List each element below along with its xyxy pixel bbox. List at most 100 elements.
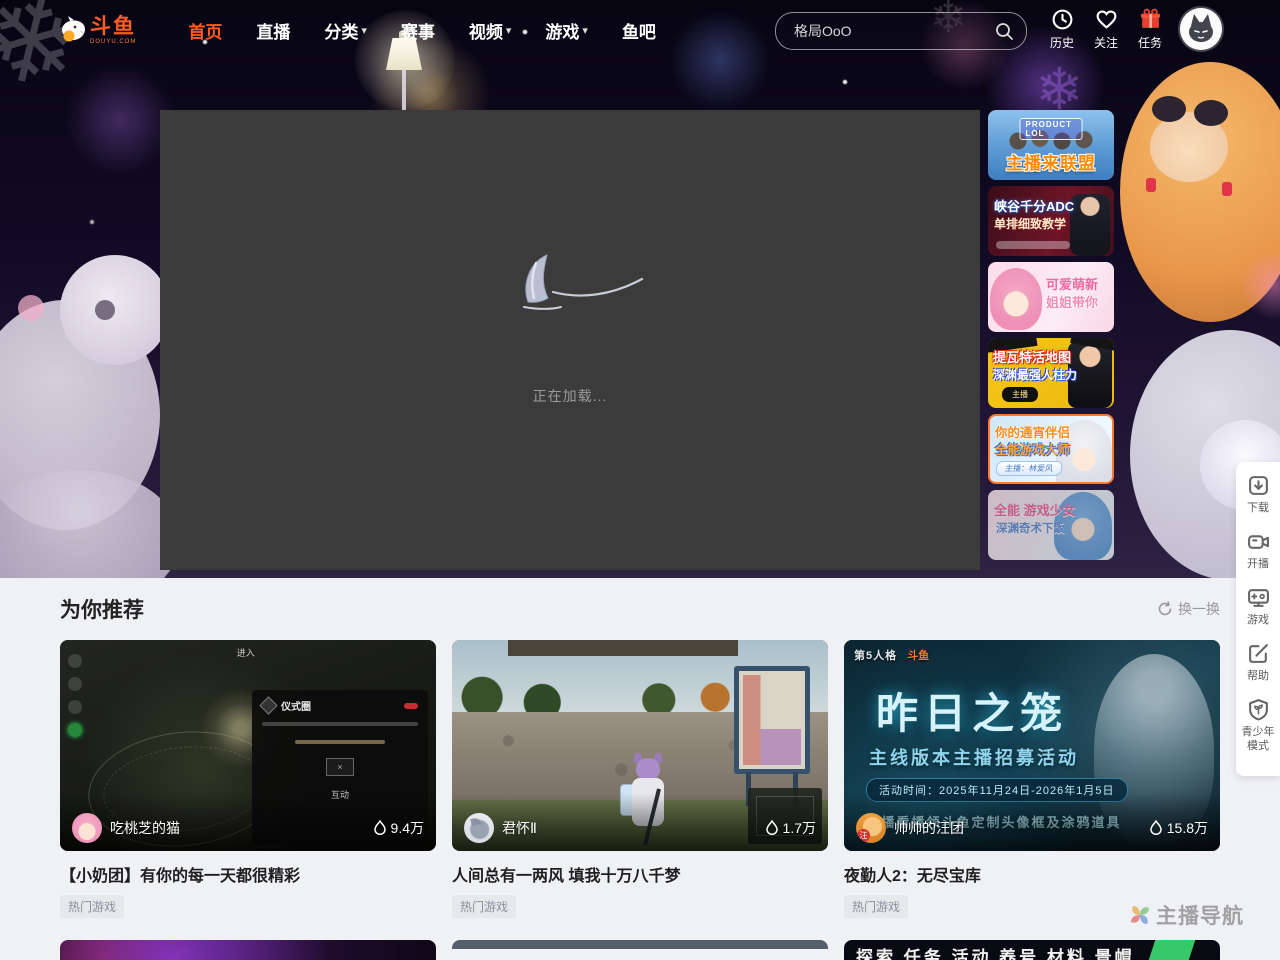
top-navigation-bar: 斗鱼 DOUYU.COM 首页 直播 分类 赛事 视频 游戏 鱼吧 <box>0 0 1280 60</box>
camera-icon <box>1247 530 1270 553</box>
nav-games[interactable]: 游戏 <box>545 18 588 43</box>
event-subline: 主线版本主播招募活动 <box>844 744 1104 770</box>
search-input[interactable] <box>776 23 994 39</box>
refresh-icon <box>1157 601 1173 617</box>
streamer-name[interactable]: 帅帅的汪团 <box>894 818 964 838</box>
search-icon[interactable] <box>994 21 1014 41</box>
viewer-count: 1.7万 <box>765 818 816 838</box>
stream-card-partial[interactable] <box>452 940 828 960</box>
task-label: 任务 <box>1138 34 1162 51</box>
side-toolbar: 下载 开播 游戏 帮助 <box>1236 462 1280 776</box>
promo-banner-list: PRODUCT LOL 主播来联盟 峡谷千分ADC 单排细致教学 可爱萌新 姐姐… <box>988 110 1114 566</box>
help-button[interactable]: 帮助 <box>1238 642 1278 683</box>
follow-label: 关注 <box>1094 34 1118 51</box>
nav-esports[interactable]: 赛事 <box>401 18 435 43</box>
start-broadcast-button[interactable]: 开播 <box>1238 530 1278 571</box>
stream-card-partial[interactable]: 探索 任务 活动 养号 材料 景帽 <box>844 940 1220 960</box>
stream-tag[interactable]: 热门游戏 <box>844 895 908 918</box>
stream-card[interactable]: 第5人格 斗鱼 昨日之笼 主线版本主播招募活动 活动时间：2025年11月24日… <box>844 640 1220 918</box>
banner-title: 峡谷千分ADC <box>994 200 1074 215</box>
stream-card[interactable]: 进入 仪式圈 × 互动 吃桃芝的猫 9.4万 【小奶团】有你的每一天都很精彩 <box>60 640 436 918</box>
banner-anchor-league[interactable]: PRODUCT LOL 主播来联盟 <box>988 110 1114 180</box>
nav-categories[interactable]: 分类 <box>324 18 367 43</box>
user-avatar[interactable] <box>1180 8 1222 50</box>
streamer-avatar[interactable]: 汪 <box>856 813 886 843</box>
banner-subtitle: 单排细致教学 <box>994 218 1066 232</box>
header-actions: 历史 关注 任务 <box>1040 8 1172 51</box>
streamer-name[interactable]: 吃桃芝的猫 <box>110 818 180 838</box>
stream-title[interactable]: 夜勤人2：无尽宝库 <box>844 862 1220 886</box>
banner-overnight-companion-selected[interactable]: 你的通宵伴侣 全能游戏大师 主播：林爱风 <box>988 414 1114 484</box>
refresh-button[interactable]: 换一换 <box>1157 599 1220 619</box>
heart-icon <box>1095 8 1118 31</box>
recommend-section-header: 为你推荐 换一换 <box>60 594 1220 624</box>
panel-title: 仪式圈 <box>281 698 311 713</box>
thumbnail-overlay: 吃桃芝的猫 9.4万 <box>60 793 436 851</box>
game-label: 游戏 <box>1247 613 1269 627</box>
logo-domain: DOUYU.COM <box>90 39 136 45</box>
pinwheel-icon <box>1128 903 1152 927</box>
douyu-homepage: ❄ ❄ ❄ <box>0 0 1280 960</box>
stream-thumbnail[interactable]: 进入 仪式圈 × 互动 吃桃芝的猫 9.4万 <box>60 640 436 851</box>
stream-tag[interactable]: 热门游戏 <box>452 895 516 918</box>
stream-title[interactable]: 人间总有一两风 填我十万八千梦 <box>452 862 828 886</box>
banner-teyvat-map[interactable]: 提瓦特活地图 深渊最强人柱力 主播 <box>988 338 1114 408</box>
hot-flame-icon <box>1149 820 1163 836</box>
banner-subtitle: 姐姐带你 <box>1046 296 1098 311</box>
nav-video[interactable]: 视频 <box>469 18 512 43</box>
help-label: 帮助 <box>1247 669 1269 683</box>
cat-avatar-icon <box>1180 8 1222 50</box>
banner-subtitle: 全能游戏大师 <box>995 443 1070 457</box>
video-player[interactable]: 正在加载... <box>160 110 980 570</box>
douyu-logo[interactable]: 斗鱼 DOUYU.COM <box>58 15 136 45</box>
download-button[interactable]: 下载 <box>1238 474 1278 515</box>
section-title: 为你推荐 <box>60 594 144 624</box>
search-box[interactable] <box>775 12 1027 50</box>
game-center-button[interactable]: 游戏 <box>1238 586 1278 627</box>
banner-cute-newbie[interactable]: 可爱萌新 姐姐带你 <box>988 262 1114 332</box>
nav-home[interactable]: 首页 <box>188 18 222 43</box>
clock-icon <box>1051 8 1074 31</box>
stream-thumbnail[interactable]: 君怀Ⅱ 1.7万 <box>452 640 828 851</box>
follow-button[interactable]: 关注 <box>1084 8 1128 51</box>
game-enter-label: 进入 <box>237 646 255 659</box>
brand-row: 第5人格 斗鱼 <box>854 647 929 663</box>
stream-card-partial[interactable] <box>60 940 436 960</box>
nav-yuba[interactable]: 鱼吧 <box>622 18 656 43</box>
banner-title: 你的通宵伴侣 <box>995 426 1070 440</box>
douyu-mini-logo: 斗鱼 <box>907 647 929 663</box>
banner-adc-teaching[interactable]: 峡谷千分ADC 单排细致教学 <box>988 186 1114 256</box>
stream-tag[interactable]: 热门游戏 <box>60 895 124 918</box>
loading-text: 正在加载... <box>160 386 980 406</box>
history-button[interactable]: 历史 <box>1040 8 1084 51</box>
banner-streamer-pill: 主播：林爱风 <box>995 461 1063 476</box>
teen-mode-button[interactable]: 青少年模式 <box>1238 698 1278 753</box>
banner-game-girl[interactable]: 全能 游戏少女 深渊奇术下饭 <box>988 490 1114 560</box>
task-button[interactable]: 任务 <box>1128 8 1172 51</box>
viewer-count: 9.4万 <box>373 818 424 838</box>
streamer-avatar[interactable] <box>72 813 102 843</box>
banner-streamer-pill: 主播 <box>1002 387 1038 402</box>
nav-live[interactable]: 直播 <box>256 18 290 43</box>
watermark-label: 主播导航 <box>1156 900 1244 930</box>
stream-card[interactable]: 君怀Ⅱ 1.7万 人间总有一两风 填我十万八千梦 热门游戏 <box>452 640 828 918</box>
main-nav: 首页 直播 分类 赛事 视频 游戏 鱼吧 <box>154 18 656 43</box>
download-label: 下载 <box>1247 501 1269 515</box>
game-monitor-icon <box>1247 586 1270 609</box>
banner-subtitle: 深渊最强人柱力 <box>993 369 1077 383</box>
stream-thumbnail[interactable]: 第5人格 斗鱼 昨日之笼 主线版本主播招募活动 活动时间：2025年11月24日… <box>844 640 1220 851</box>
history-label: 历史 <box>1050 34 1074 51</box>
streamer-name[interactable]: 君怀Ⅱ <box>502 818 537 838</box>
logo-text: 斗鱼 <box>90 16 136 37</box>
anchor-navigation-watermark: 主播导航 <box>1128 900 1244 930</box>
stream-title[interactable]: 【小奶团】有你的每一天都很精彩 <box>60 862 436 886</box>
hot-flame-icon <box>373 820 387 836</box>
hot-flame-icon <box>765 820 779 836</box>
streamer-avatar[interactable] <box>464 813 494 843</box>
download-icon <box>1247 474 1270 497</box>
viewer-count: 15.8万 <box>1149 818 1208 838</box>
banner-title: 提瓦特活地图 <box>993 351 1071 366</box>
avatar-badge: 汪 <box>857 829 870 842</box>
pencil-square-icon <box>1247 642 1270 665</box>
loading-shark-fin-icon <box>495 250 645 319</box>
